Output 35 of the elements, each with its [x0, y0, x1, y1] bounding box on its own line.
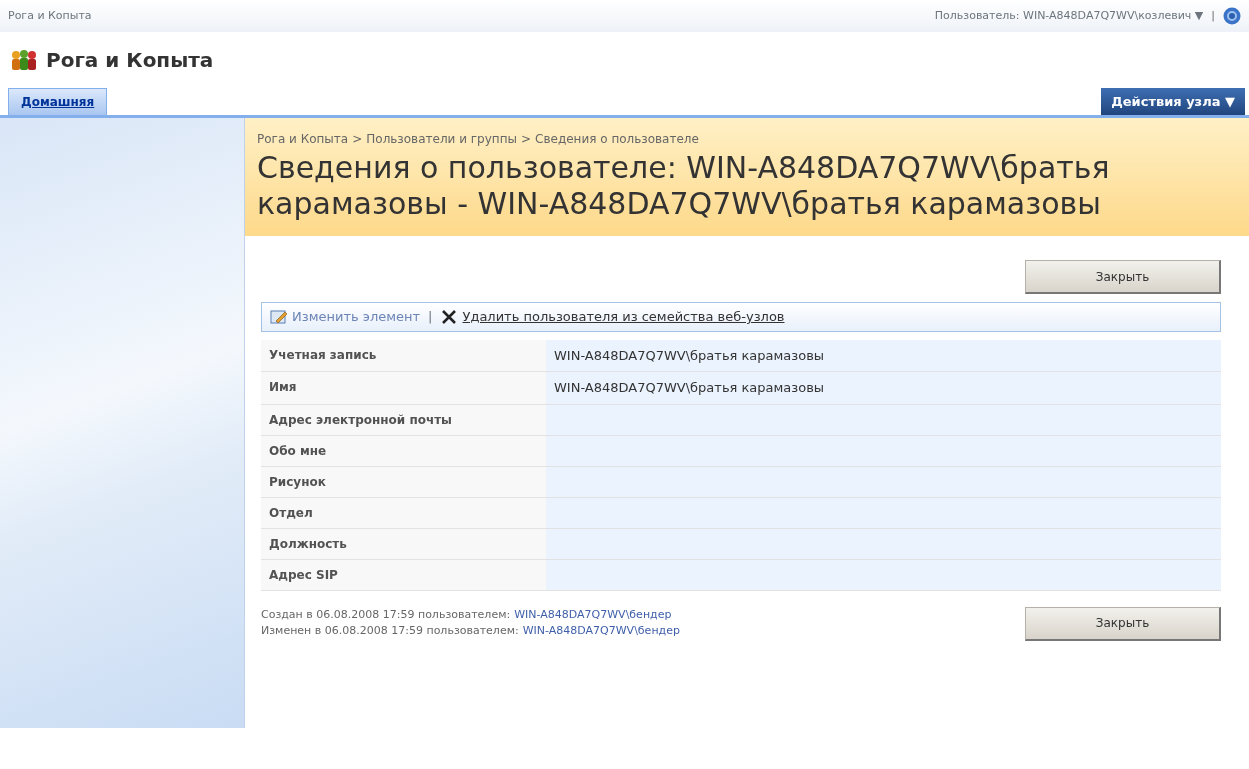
breadcrumb-separator: > — [521, 131, 532, 148]
page-title: Сведения о пользователе: WIN-A848DA7Q7WV\братья карамазовы - WIN-A848DA7Q7WV\братья карамазовы — [257, 150, 1111, 222]
field-label: Рисунок — [261, 466, 546, 497]
field-label: Отдел — [261, 497, 546, 528]
field-label: Обо мне — [261, 435, 546, 466]
user-menu[interactable]: Пользователь: WIN-A848DA7Q7WV\козлевич ▼ — [934, 7, 1204, 25]
user-link[interactable]: WIN-A848DA7Q7WV\бендер — [514, 606, 672, 623]
people-icon — [10, 49, 38, 71]
field-value: WIN-A848DA7Q7WV\братья карамазовы — [546, 339, 1221, 371]
close-button[interactable]: Закрыть — [1025, 260, 1221, 294]
x-icon — [440, 308, 459, 325]
field-label: Адрес электронной почты — [261, 404, 546, 435]
site-actions-menu[interactable]: Действия узла ▼ — [1101, 87, 1245, 115]
help-icon[interactable] — [1223, 7, 1241, 25]
metadata-text: Изменен в 06.08.2008 17:59 пользователем: — [261, 623, 519, 639]
breadcrumb-link[interactable]: Пользователи и группы — [366, 130, 517, 148]
breadcrumb-link[interactable]: Рога и Копыта — [257, 130, 349, 148]
site-link[interactable]: Рога и Копыта — [8, 7, 92, 25]
field-value: WIN-A848DA7Q7WV\братья карамазовы — [546, 372, 1221, 404]
field-label: Должность — [261, 528, 546, 559]
close-button[interactable]: Закрыть — [1025, 606, 1221, 641]
field-label: Имя — [261, 372, 546, 404]
field-label: Учетная запись — [261, 339, 546, 371]
separator: | — [428, 308, 433, 326]
field-label: Адрес SIP — [261, 559, 546, 590]
user-link[interactable]: WIN-A848DA7Q7WV\бендер — [522, 623, 680, 640]
delete-user-link[interactable]: Удалить пользователя из семейства веб-узлов — [462, 307, 785, 327]
breadcrumb-separator: > — [352, 131, 363, 148]
breadcrumb-current: Сведения о пользователе — [535, 131, 699, 148]
metadata-text: Создан в 06.08.2008 17:59 пользователем: — [261, 606, 511, 623]
edit-item-link[interactable]: Изменить элемент — [292, 307, 421, 327]
separator: | — [1211, 7, 1215, 24]
nav-tab[interactable]: Домашняя — [8, 88, 108, 115]
site-title: Рога и Копыта — [46, 47, 214, 74]
edit-icon — [270, 308, 288, 325]
